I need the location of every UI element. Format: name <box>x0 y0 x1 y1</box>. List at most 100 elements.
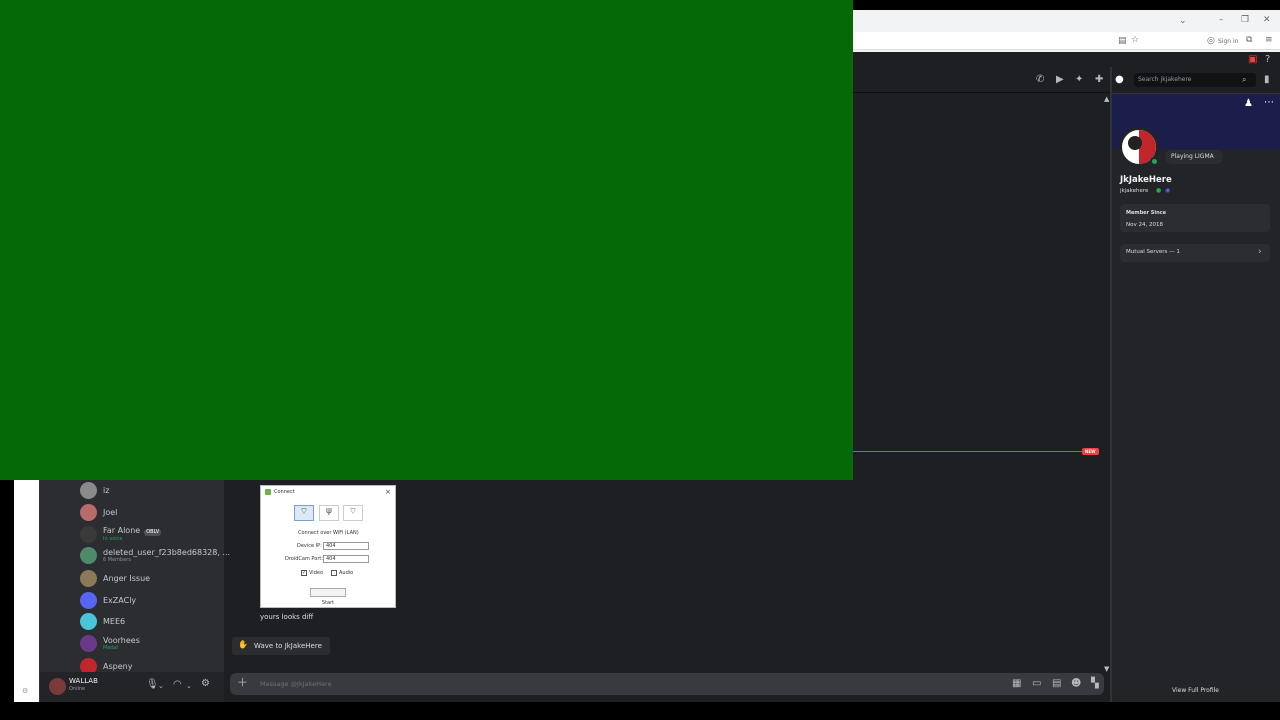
user-panel-status: Online <box>69 686 86 692</box>
connect-dialog: Connect × ⌔ ψ ⌔ Connect over WiFi (LAN) … <box>260 485 396 608</box>
add-friend-icon[interactable]: ✚ <box>1095 75 1103 85</box>
wifi-tab[interactable]: ⌔ <box>294 505 314 521</box>
view-full-profile-link[interactable]: View Full Profile <box>1172 687 1219 694</box>
headphones-icon[interactable]: ◠ <box>173 680 182 690</box>
sticker-icon[interactable]: ▤ <box>1052 679 1061 689</box>
reader-icon[interactable]: ▤ <box>1118 36 1127 46</box>
port-label: DroidCam Port: <box>285 556 324 562</box>
wave-icon: ✋ <box>238 640 248 649</box>
inbox-icon[interactable]: ▣ <box>1248 55 1257 65</box>
pin-icon[interactable]: ✦ <box>1075 75 1083 85</box>
dm-sub: In voice <box>103 536 123 542</box>
more-options-icon[interactable]: ⋯ <box>1264 98 1274 108</box>
close-icon[interactable]: × <box>385 488 391 496</box>
chat-header: ✆ ▶ ✦ ✚ <box>853 67 1110 93</box>
chat-message: yours looks diff <box>260 613 314 621</box>
port-input[interactable]: 404 <box>323 555 369 563</box>
url-bar[interactable]: ▤ ☆ ◎ Sign in ⧉ ≡ <box>853 32 1280 50</box>
avatar <box>80 481 97 499</box>
user-profile-panel <box>1112 94 1280 702</box>
scroll-down-icon[interactable]: ▼ <box>1104 664 1109 674</box>
user-profile-icon[interactable]: ● <box>1115 75 1124 85</box>
signin-link[interactable]: Sign in <box>1218 37 1238 47</box>
boost-badge-icon: ◉ <box>1165 187 1171 194</box>
tab-list-chevron-icon[interactable]: ⌄ <box>1179 16 1187 26</box>
ip-tab[interactable]: ⌔ <box>343 505 363 521</box>
dm-name: deleted_user_f23b8ed68328, ... <box>103 547 231 557</box>
wave-label: Wave to JkJakeHere <box>254 642 322 650</box>
emoji-icon[interactable]: ☻ <box>1071 679 1081 689</box>
extensions-icon[interactable]: ⧉ <box>1246 35 1252 45</box>
device-ip-label: Device IP: <box>297 543 322 549</box>
list-item[interactable]: deleted_user_f23b8ed68328, ... 6 Members <box>80 545 230 565</box>
start-button-label: Start <box>321 600 335 606</box>
list-item[interactable]: iz <box>80 480 109 500</box>
add-attachment-icon[interactable]: ＋ <box>237 677 248 688</box>
nitro-badge-icon: ● <box>1156 187 1162 194</box>
message-placeholder: Message @JkJakeHere <box>260 680 332 688</box>
clan-badge: OBLV <box>144 529 162 536</box>
avatar <box>80 612 97 630</box>
microphone-icon[interactable]: 🎙︎ <box>146 680 159 690</box>
avatar[interactable] <box>49 678 66 695</box>
mutual-servers-label: Mutual Servers — 1 <box>1126 249 1180 255</box>
avatar <box>80 569 97 587</box>
audio-checkbox[interactable] <box>331 570 337 576</box>
scroll-up-icon[interactable]: ▲ <box>1104 94 1109 104</box>
new-messages-divider <box>853 451 1098 452</box>
close-window-icon[interactable]: ✕ <box>1263 15 1271 25</box>
video-label: Video <box>309 570 324 576</box>
dialog-title: Connect <box>274 489 295 495</box>
avatar <box>80 525 97 543</box>
dm-name: Far Alone <box>103 526 141 535</box>
list-item[interactable]: ExZACly <box>80 590 136 610</box>
app-icon <box>265 489 271 495</box>
dialog-subtitle: Connect over WiFi (LAN) <box>298 530 359 536</box>
avatar-face <box>1128 136 1142 150</box>
message-input[interactable]: ＋ Message @JkJakeHere ▦ ▭ ▤ ☻ ▚ <box>230 673 1104 695</box>
user-panel-name: WALLAB <box>69 677 98 685</box>
minimize-icon[interactable]: – <box>1219 15 1224 25</box>
list-item[interactable]: Anger Issue <box>80 568 150 588</box>
account-icon[interactable]: ◎ <box>1207 36 1215 46</box>
avatar <box>80 634 97 652</box>
gif-icon[interactable]: ▭ <box>1032 679 1041 689</box>
list-item[interactable]: Far Alone OBLV In voice <box>80 524 162 544</box>
chat-scrollbar[interactable]: ▲ ▼ <box>1104 94 1110 674</box>
video-checkbox[interactable]: ✓ <box>301 570 307 576</box>
settings-icon[interactable]: ⚙ <box>201 679 210 689</box>
dm-name: Voorhees <box>103 635 140 645</box>
add-friend-icon[interactable]: ♟ <box>1244 99 1253 109</box>
restore-icon[interactable]: ❐ <box>1241 15 1249 25</box>
chevron-down-icon[interactable]: ⌄ <box>186 681 192 691</box>
start-button[interactable]: Start <box>310 588 346 606</box>
search-input[interactable]: Search jkjakehere ⌕ <box>1134 73 1256 87</box>
green-screen-overlay <box>0 0 853 480</box>
gift-icon[interactable]: ▦ <box>1012 679 1021 689</box>
inbox-icon[interactable]: ▮ <box>1264 75 1270 85</box>
voice-call-icon[interactable]: ✆ <box>1036 75 1044 85</box>
bookmark-star-icon[interactable]: ☆ <box>1131 35 1139 45</box>
new-badge: NEW <box>1082 448 1099 455</box>
avatar <box>80 546 97 564</box>
user-panel: WALLAB Online 🎙︎ ⌄ ◠ ⌄ ⚙ <box>40 672 224 702</box>
dm-sub: 6 Members <box>103 556 131 563</box>
list-item[interactable]: Voorhees Medal <box>80 633 140 653</box>
video-call-icon[interactable]: ▶ <box>1056 75 1064 85</box>
browser-titlebar: ⌄ – ❐ ✕ <box>853 10 1280 30</box>
member-since-label: Member Since <box>1126 210 1166 216</box>
list-item[interactable]: MEE6 <box>80 611 125 631</box>
profile-display-name: JkJakeHere <box>1120 175 1172 185</box>
wave-button[interactable]: ✋ Wave to JkJakeHere <box>232 637 330 655</box>
member-since-box: Member Since Nov 24, 2018 <box>1120 204 1270 232</box>
usb-tab[interactable]: ψ <box>319 505 339 521</box>
chevron-down-icon[interactable]: ⌄ <box>158 681 164 691</box>
help-icon[interactable]: ? <box>1265 55 1270 65</box>
settings-small-icon[interactable]: ⚙ <box>22 686 28 696</box>
apps-icon[interactable]: ▚ <box>1091 679 1099 689</box>
device-ip-input[interactable]: 404 <box>323 542 369 550</box>
avatar <box>80 503 97 521</box>
list-item[interactable]: Joel <box>80 502 117 522</box>
mutual-servers-row[interactable]: Mutual Servers — 1 › <box>1120 244 1270 262</box>
menu-icon[interactable]: ≡ <box>1265 35 1273 45</box>
